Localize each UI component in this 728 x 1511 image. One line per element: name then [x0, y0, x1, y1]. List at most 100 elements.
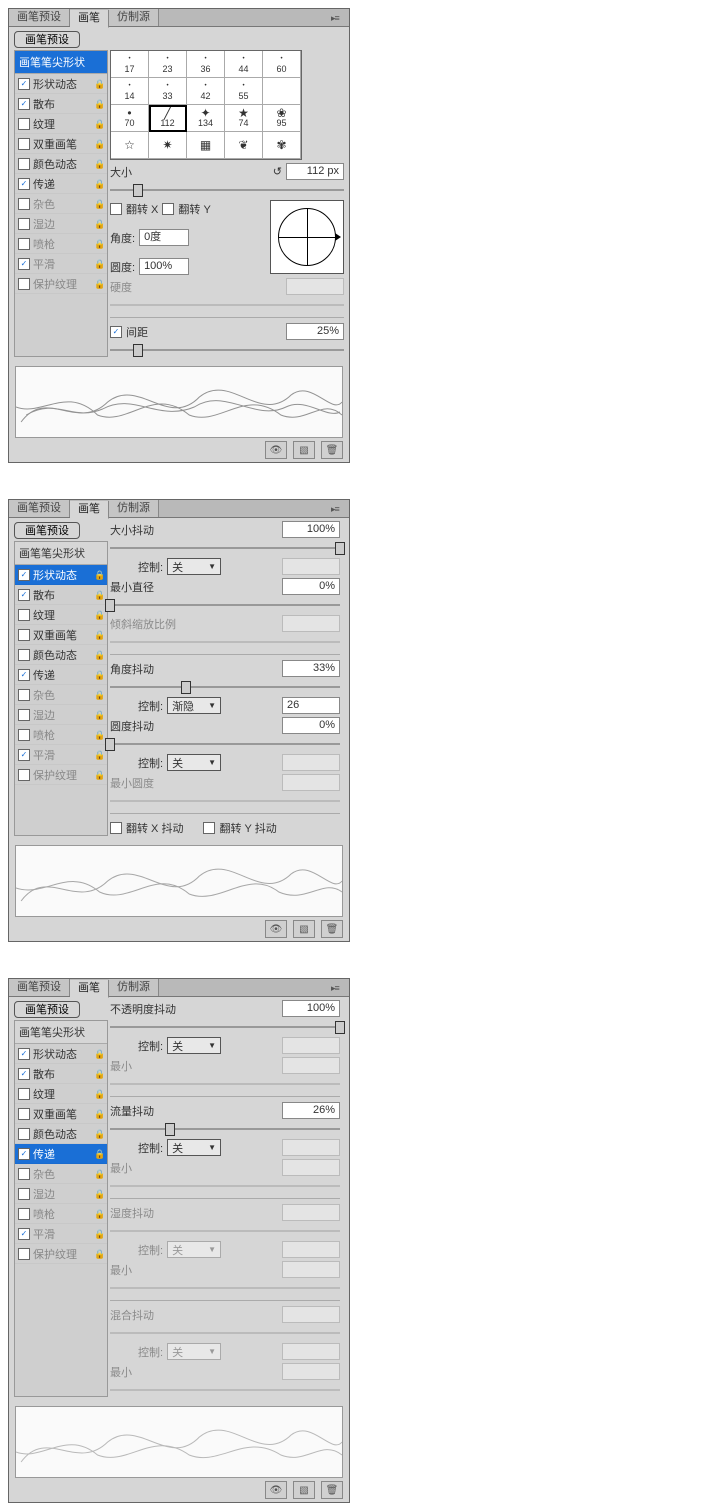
lock-icon[interactable]: 🔒 — [94, 279, 104, 289]
brush-tip-cell[interactable]: •60 — [263, 51, 301, 78]
sidebar-item[interactable]: 双重画笔🔒 — [15, 625, 107, 645]
brush-tip-cell[interactable]: ❀95 — [263, 105, 301, 132]
sidebar-item[interactable]: 保护纹理🔒 — [15, 274, 107, 294]
lock-icon[interactable]: 🔒 — [94, 770, 104, 780]
sidebar-checkbox[interactable] — [18, 609, 30, 621]
delete-icon[interactable]: 🗑 — [321, 1481, 343, 1499]
sidebar-item[interactable]: 双重画笔🔒 — [15, 1104, 107, 1124]
sidebar-item[interactable]: 颜色动态🔒 — [15, 154, 107, 174]
brush-tip-cell[interactable]: ❦ — [225, 132, 263, 159]
sidebar-checkbox[interactable] — [18, 198, 30, 210]
sidebar-item[interactable]: 喷枪🔒 — [15, 725, 107, 745]
lock-icon[interactable]: 🔒 — [94, 1169, 104, 1179]
panel-menu-icon[interactable]: ▸≡ — [327, 981, 349, 995]
panel-menu-icon[interactable]: ▸≡ — [327, 502, 349, 516]
lock-icon[interactable]: 🔒 — [94, 1129, 104, 1139]
opacity-jitter-value[interactable]: 100% — [282, 1000, 340, 1017]
sidebar-item[interactable]: 保护纹理🔒 — [15, 765, 107, 785]
brush-tip-cell[interactable]: •23 — [149, 51, 187, 78]
sidebar-item[interactable]: ✓散布🔒 — [15, 1064, 107, 1084]
roundness-jitter-value[interactable]: 0% — [282, 717, 340, 734]
min-diameter-slider[interactable] — [110, 599, 340, 611]
sidebar-head[interactable]: 画笔笔尖形状 — [15, 51, 107, 74]
sidebar-checkbox[interactable]: ✓ — [18, 569, 30, 581]
sidebar-item[interactable]: 喷枪🔒 — [15, 234, 107, 254]
brush-tip-cell[interactable]: ☆ — [111, 132, 149, 159]
brush-tip-cell[interactable]: ▦ — [187, 132, 225, 159]
tab-presets[interactable]: 画笔预设 — [9, 500, 70, 517]
lock-icon[interactable]: 🔒 — [94, 99, 104, 109]
new-brush-icon[interactable]: ▧ — [293, 1481, 315, 1499]
control-value[interactable]: 26 — [282, 697, 340, 714]
panel-menu-icon[interactable]: ▸≡ — [327, 11, 349, 25]
sidebar-item[interactable]: ✓形状动态🔒 — [15, 74, 107, 94]
sidebar-checkbox[interactable] — [18, 1248, 30, 1260]
brush-tip-cell[interactable]: ✾ — [263, 132, 301, 159]
sidebar-checkbox[interactable] — [18, 138, 30, 150]
lock-icon[interactable]: 🔒 — [94, 710, 104, 720]
brush-tip-cell[interactable]: ✦134 — [187, 105, 225, 132]
sidebar-checkbox[interactable]: ✓ — [18, 1228, 30, 1240]
lock-icon[interactable]: 🔒 — [94, 650, 104, 660]
sidebar-item[interactable]: 杂色🔒 — [15, 1164, 107, 1184]
roundness-value[interactable]: 100% — [139, 258, 189, 275]
sidebar-item[interactable]: ✓形状动态🔒 — [15, 565, 107, 585]
sidebar-item[interactable]: ✓形状动态🔒 — [15, 1044, 107, 1064]
lock-icon[interactable]: 🔒 — [94, 139, 104, 149]
lock-icon[interactable]: 🔒 — [94, 119, 104, 129]
sidebar-checkbox[interactable]: ✓ — [18, 749, 30, 761]
sidebar-checkbox[interactable] — [18, 238, 30, 250]
brush-tip-cell[interactable] — [263, 78, 301, 105]
sidebar-checkbox[interactable] — [18, 729, 30, 741]
spacing-checkbox[interactable]: ✓ — [110, 326, 122, 338]
sidebar-item[interactable]: 纹理🔒 — [15, 114, 107, 134]
toggle-preview-icon[interactable]: 👁 — [265, 441, 287, 459]
sidebar-item[interactable]: 湿边🔒 — [15, 705, 107, 725]
flip-x-checkbox[interactable] — [110, 203, 122, 215]
sidebar-item[interactable]: 杂色🔒 — [15, 685, 107, 705]
sidebar-checkbox[interactable] — [18, 158, 30, 170]
sidebar-checkbox[interactable] — [18, 709, 30, 721]
lock-icon[interactable]: 🔒 — [94, 570, 104, 580]
sidebar-checkbox[interactable] — [18, 1188, 30, 1200]
sidebar-item[interactable]: 双重画笔🔒 — [15, 134, 107, 154]
lock-icon[interactable]: 🔒 — [94, 670, 104, 680]
sidebar-checkbox[interactable]: ✓ — [18, 1148, 30, 1160]
sidebar-checkbox[interactable]: ✓ — [18, 669, 30, 681]
delete-icon[interactable]: 🗑 — [321, 920, 343, 938]
brush-tip-cell[interactable]: ★74 — [225, 105, 263, 132]
sidebar-checkbox[interactable] — [18, 218, 30, 230]
tab-clone-source[interactable]: 仿制源 — [109, 500, 159, 517]
sidebar-checkbox[interactable] — [18, 1108, 30, 1120]
brush-tip-cell[interactable]: •55 — [225, 78, 263, 105]
sidebar-checkbox[interactable] — [18, 1088, 30, 1100]
spacing-slider[interactable] — [110, 344, 344, 356]
sidebar-checkbox[interactable] — [18, 629, 30, 641]
sidebar-checkbox[interactable]: ✓ — [18, 78, 30, 90]
lock-icon[interactable]: 🔒 — [94, 730, 104, 740]
size-jitter-slider[interactable] — [110, 542, 340, 554]
control-dropdown[interactable]: 渐隐▼ — [167, 697, 221, 714]
angle-preview[interactable] — [270, 200, 344, 274]
lock-icon[interactable]: 🔒 — [94, 1069, 104, 1079]
brush-tip-cell[interactable]: ✷ — [149, 132, 187, 159]
sidebar-checkbox[interactable] — [18, 689, 30, 701]
brush-tip-cell[interactable]: •33 — [149, 78, 187, 105]
sidebar-item[interactable]: ✓传递🔒 — [15, 174, 107, 194]
flip-x-jitter-checkbox[interactable] — [110, 822, 122, 834]
sidebar-checkbox[interactable] — [18, 1208, 30, 1220]
sidebar-item[interactable]: 湿边🔒 — [15, 1184, 107, 1204]
brush-tip-cell[interactable]: •17 — [111, 51, 149, 78]
tab-clone-source[interactable]: 仿制源 — [109, 9, 159, 26]
min-diameter-value[interactable]: 0% — [282, 578, 340, 595]
sidebar-head[interactable]: 画笔笔尖形状 — [15, 1021, 107, 1044]
sidebar-checkbox[interactable] — [18, 1168, 30, 1180]
lock-icon[interactable]: 🔒 — [94, 179, 104, 189]
flow-jitter-slider[interactable] — [110, 1123, 340, 1135]
sidebar-checkbox[interactable] — [18, 278, 30, 290]
control-dropdown[interactable]: 关▼ — [167, 558, 221, 575]
sidebar-item[interactable]: 喷枪🔒 — [15, 1204, 107, 1224]
sidebar-head[interactable]: 画笔笔尖形状 — [15, 542, 107, 565]
lock-icon[interactable]: 🔒 — [94, 219, 104, 229]
sidebar-checkbox[interactable]: ✓ — [18, 258, 30, 270]
